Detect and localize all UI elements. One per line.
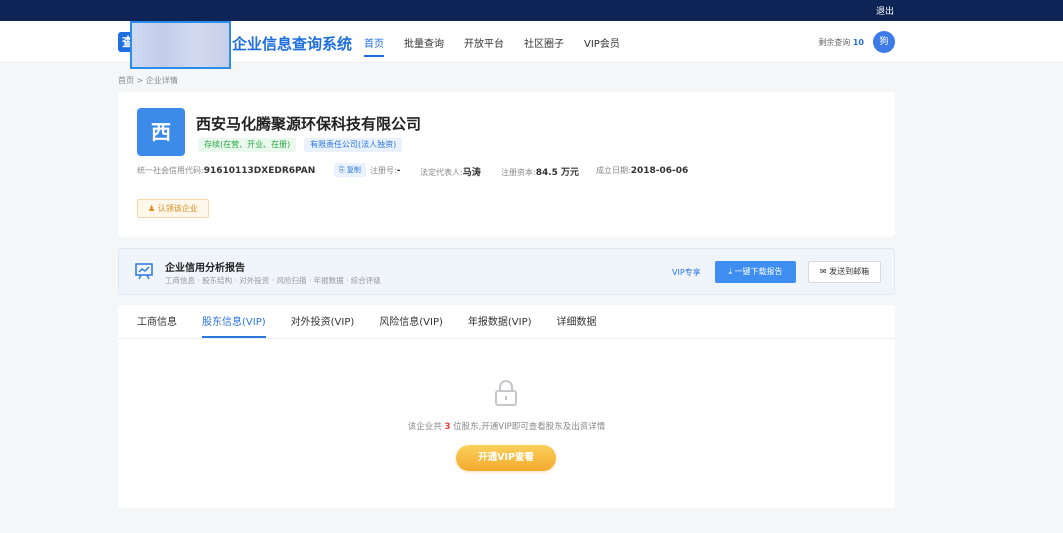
breadcrumb: 首页 > 企业详情: [118, 76, 178, 85]
claim-button-label: 认领该企业: [157, 204, 198, 213]
mail-button-label: 发送到邮箱: [829, 267, 870, 276]
capital-label: 注册资本:: [501, 168, 536, 177]
send-email-button[interactable]: ✉ 发送到邮箱: [808, 261, 881, 283]
logout-link[interactable]: 退出: [876, 4, 894, 17]
company-type-badge: 有限责任公司(法人独资): [304, 138, 403, 152]
site-title[interactable]: 企业信息查询系统: [232, 33, 352, 54]
locked-text-after: 位股东,开通VIP即可查看股东及出资详情: [453, 422, 606, 432]
report-chart-icon: [135, 263, 153, 280]
report-title: 企业信用分析报告: [165, 263, 245, 274]
credit-report-card: 企业信用分析报告 工商信息 · 股东结构 · 对外投资 · 风险扫描 · 年报数…: [118, 248, 895, 295]
user-icon: ♟: [148, 204, 156, 213]
claim-company-button[interactable]: ♟ 认领该企业: [137, 199, 209, 218]
details-panel: 工商信息 股东信息(VIP) 对外投资(VIP) 风险信息(VIP) 年报数据(…: [118, 305, 895, 508]
open-vip-button[interactable]: 开通VIP查看: [456, 445, 556, 471]
shareholder-count: 3: [444, 422, 451, 432]
redacted-logo: [130, 21, 231, 69]
nav-item-vip[interactable]: VIP会员: [584, 35, 620, 57]
founded-value: 2018-06-06: [630, 166, 689, 176]
capital-field: 注册资本:84.5 万元: [501, 165, 579, 178]
main-nav: 首页 批量查询 开放平台 社区圈子 VIP会员: [364, 35, 640, 57]
tab-risk[interactable]: 风险信息(VIP): [379, 313, 443, 338]
copy-button[interactable]: ⎘ 复制: [334, 163, 366, 177]
download-report-button[interactable]: ⤓ 一键下载报告: [715, 261, 796, 283]
vip-only-label: VIP专享: [672, 268, 701, 277]
tab-annual-report[interactable]: 年报数据(VIP): [468, 313, 532, 338]
tab-detailed-data[interactable]: 详细数据: [557, 313, 597, 338]
nav-item-home[interactable]: 首页: [364, 35, 384, 57]
copy-label: 复制: [346, 166, 361, 174]
nav-item-batch-query[interactable]: 批量查询: [404, 35, 444, 57]
legal-rep-label: 法定代表人:: [420, 168, 463, 177]
report-subtitle: 工商信息 · 股东结构 · 对外投资 · 风险扫描 · 年报数据 · 综合评级: [165, 276, 381, 285]
company-card: 西 西安马化腾聚源环保科技有限公司 存续(在营、开业、在册) 有限责任公司(法人…: [118, 92, 895, 237]
tab-business-info[interactable]: 工商信息: [137, 313, 177, 338]
top-bar: 退出: [0, 0, 1063, 21]
reg-no-field: 注册号:-: [370, 165, 400, 176]
avatar[interactable]: 狗: [873, 31, 895, 53]
legal-rep-field: 法定代表人:马涛: [420, 165, 481, 178]
credit-code-field: 统一社会信用代码:91610113DXEDR6PAN: [137, 165, 315, 176]
company-name: 西安马化腾聚源环保科技有限公司: [196, 115, 422, 133]
detail-tabs: 工商信息 股东信息(VIP) 对外投资(VIP) 风险信息(VIP) 年报数据(…: [137, 313, 622, 338]
mail-icon: ✉: [819, 267, 827, 276]
capital-value: 84.5 万元: [535, 168, 580, 178]
founded-label: 成立日期:: [596, 166, 631, 175]
founded-field: 成立日期:2018-06-06: [596, 165, 688, 176]
lock-icon: [495, 380, 517, 406]
status-badge: 存续(在营、开业、在册): [198, 138, 297, 152]
reg-no-value: -: [396, 166, 401, 176]
download-button-label: 一键下载报告: [734, 267, 783, 276]
nav-item-open-platform[interactable]: 开放平台: [464, 35, 504, 57]
download-icon: ⤓: [728, 267, 732, 276]
credit-code-label: 统一社会信用代码:: [137, 166, 204, 175]
locked-text-before: 该企业共: [407, 422, 442, 432]
tab-shareholders[interactable]: 股东信息(VIP): [202, 313, 266, 338]
nav-item-community[interactable]: 社区圈子: [524, 35, 564, 57]
tabs-divider: [118, 338, 895, 339]
quota-value: 10: [852, 38, 864, 47]
credit-code-value: 91610113DXEDR6PAN: [203, 166, 316, 176]
site-header: 查 企业信息查询系统 首页 批量查询 开放平台 社区圈子 VIP会员 剩余查询 …: [0, 21, 1063, 69]
locked-message: 该企业共 3 位股东,开通VIP即可查看股东及出资详情: [118, 420, 895, 432]
reg-no-label: 注册号:: [370, 166, 397, 175]
legal-rep-value: 马涛: [462, 168, 481, 178]
tab-investments[interactable]: 对外投资(VIP): [291, 313, 355, 338]
quota-label: 剩余查询: [818, 38, 851, 47]
company-avatar: 西: [137, 108, 185, 156]
remaining-quota: 剩余查询 10: [818, 37, 864, 48]
